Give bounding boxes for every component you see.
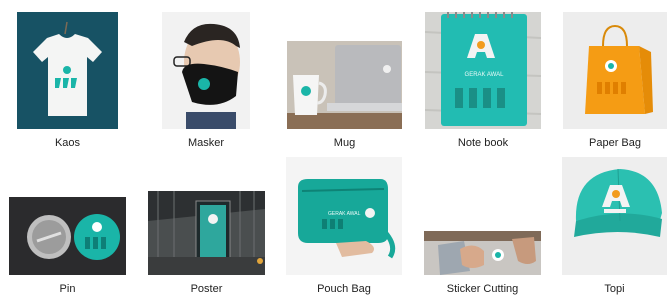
item-label: Pouch Bag [317, 283, 371, 295]
paper-bag-thumbnail[interactable] [563, 12, 667, 129]
tshirt-thumbnail[interactable] [17, 12, 118, 129]
item-label: Note book [457, 137, 509, 149]
item-label: Kaos [54, 137, 81, 149]
item-label: Topi [604, 283, 625, 295]
notebook-thumbnail[interactable]: GERAK AWAL [425, 12, 541, 129]
item-label: Paper Bag [589, 137, 641, 149]
face-mask-thumbnail[interactable] [162, 12, 250, 129]
item-label: Mug [333, 137, 356, 149]
sticker-thumbnail[interactable] [424, 231, 541, 275]
poster-thumbnail[interactable] [148, 191, 265, 275]
pouch-bag-thumbnail[interactable]: GERAK AWAL [286, 157, 402, 275]
notebook-brand-text: GERAK AWAL [465, 72, 505, 78]
cap-thumbnail[interactable] [562, 157, 667, 275]
item-label: Pin [59, 283, 76, 295]
item-label: Sticker Cutting [446, 283, 519, 295]
pin-thumbnail[interactable] [9, 197, 126, 275]
item-label: Masker [187, 137, 225, 149]
mug-thumbnail[interactable] [287, 41, 402, 129]
item-label: Poster [190, 283, 223, 295]
pouch-brand-text: GERAK AWAL [328, 211, 361, 217]
